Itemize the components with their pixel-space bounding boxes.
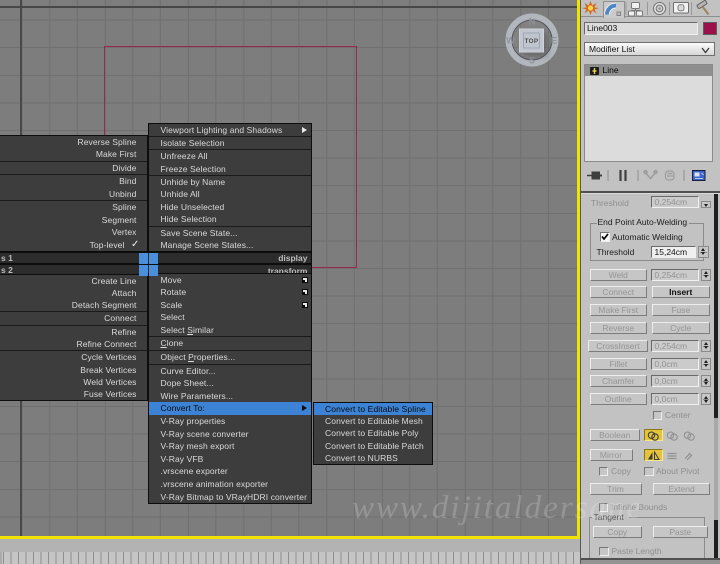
svg-text:W: W <box>506 36 515 46</box>
svg-text:E: E <box>551 36 557 46</box>
svg-text:N: N <box>529 17 536 27</box>
svg-text:S: S <box>529 56 535 66</box>
svg-text:TOP: TOP <box>525 38 539 45</box>
